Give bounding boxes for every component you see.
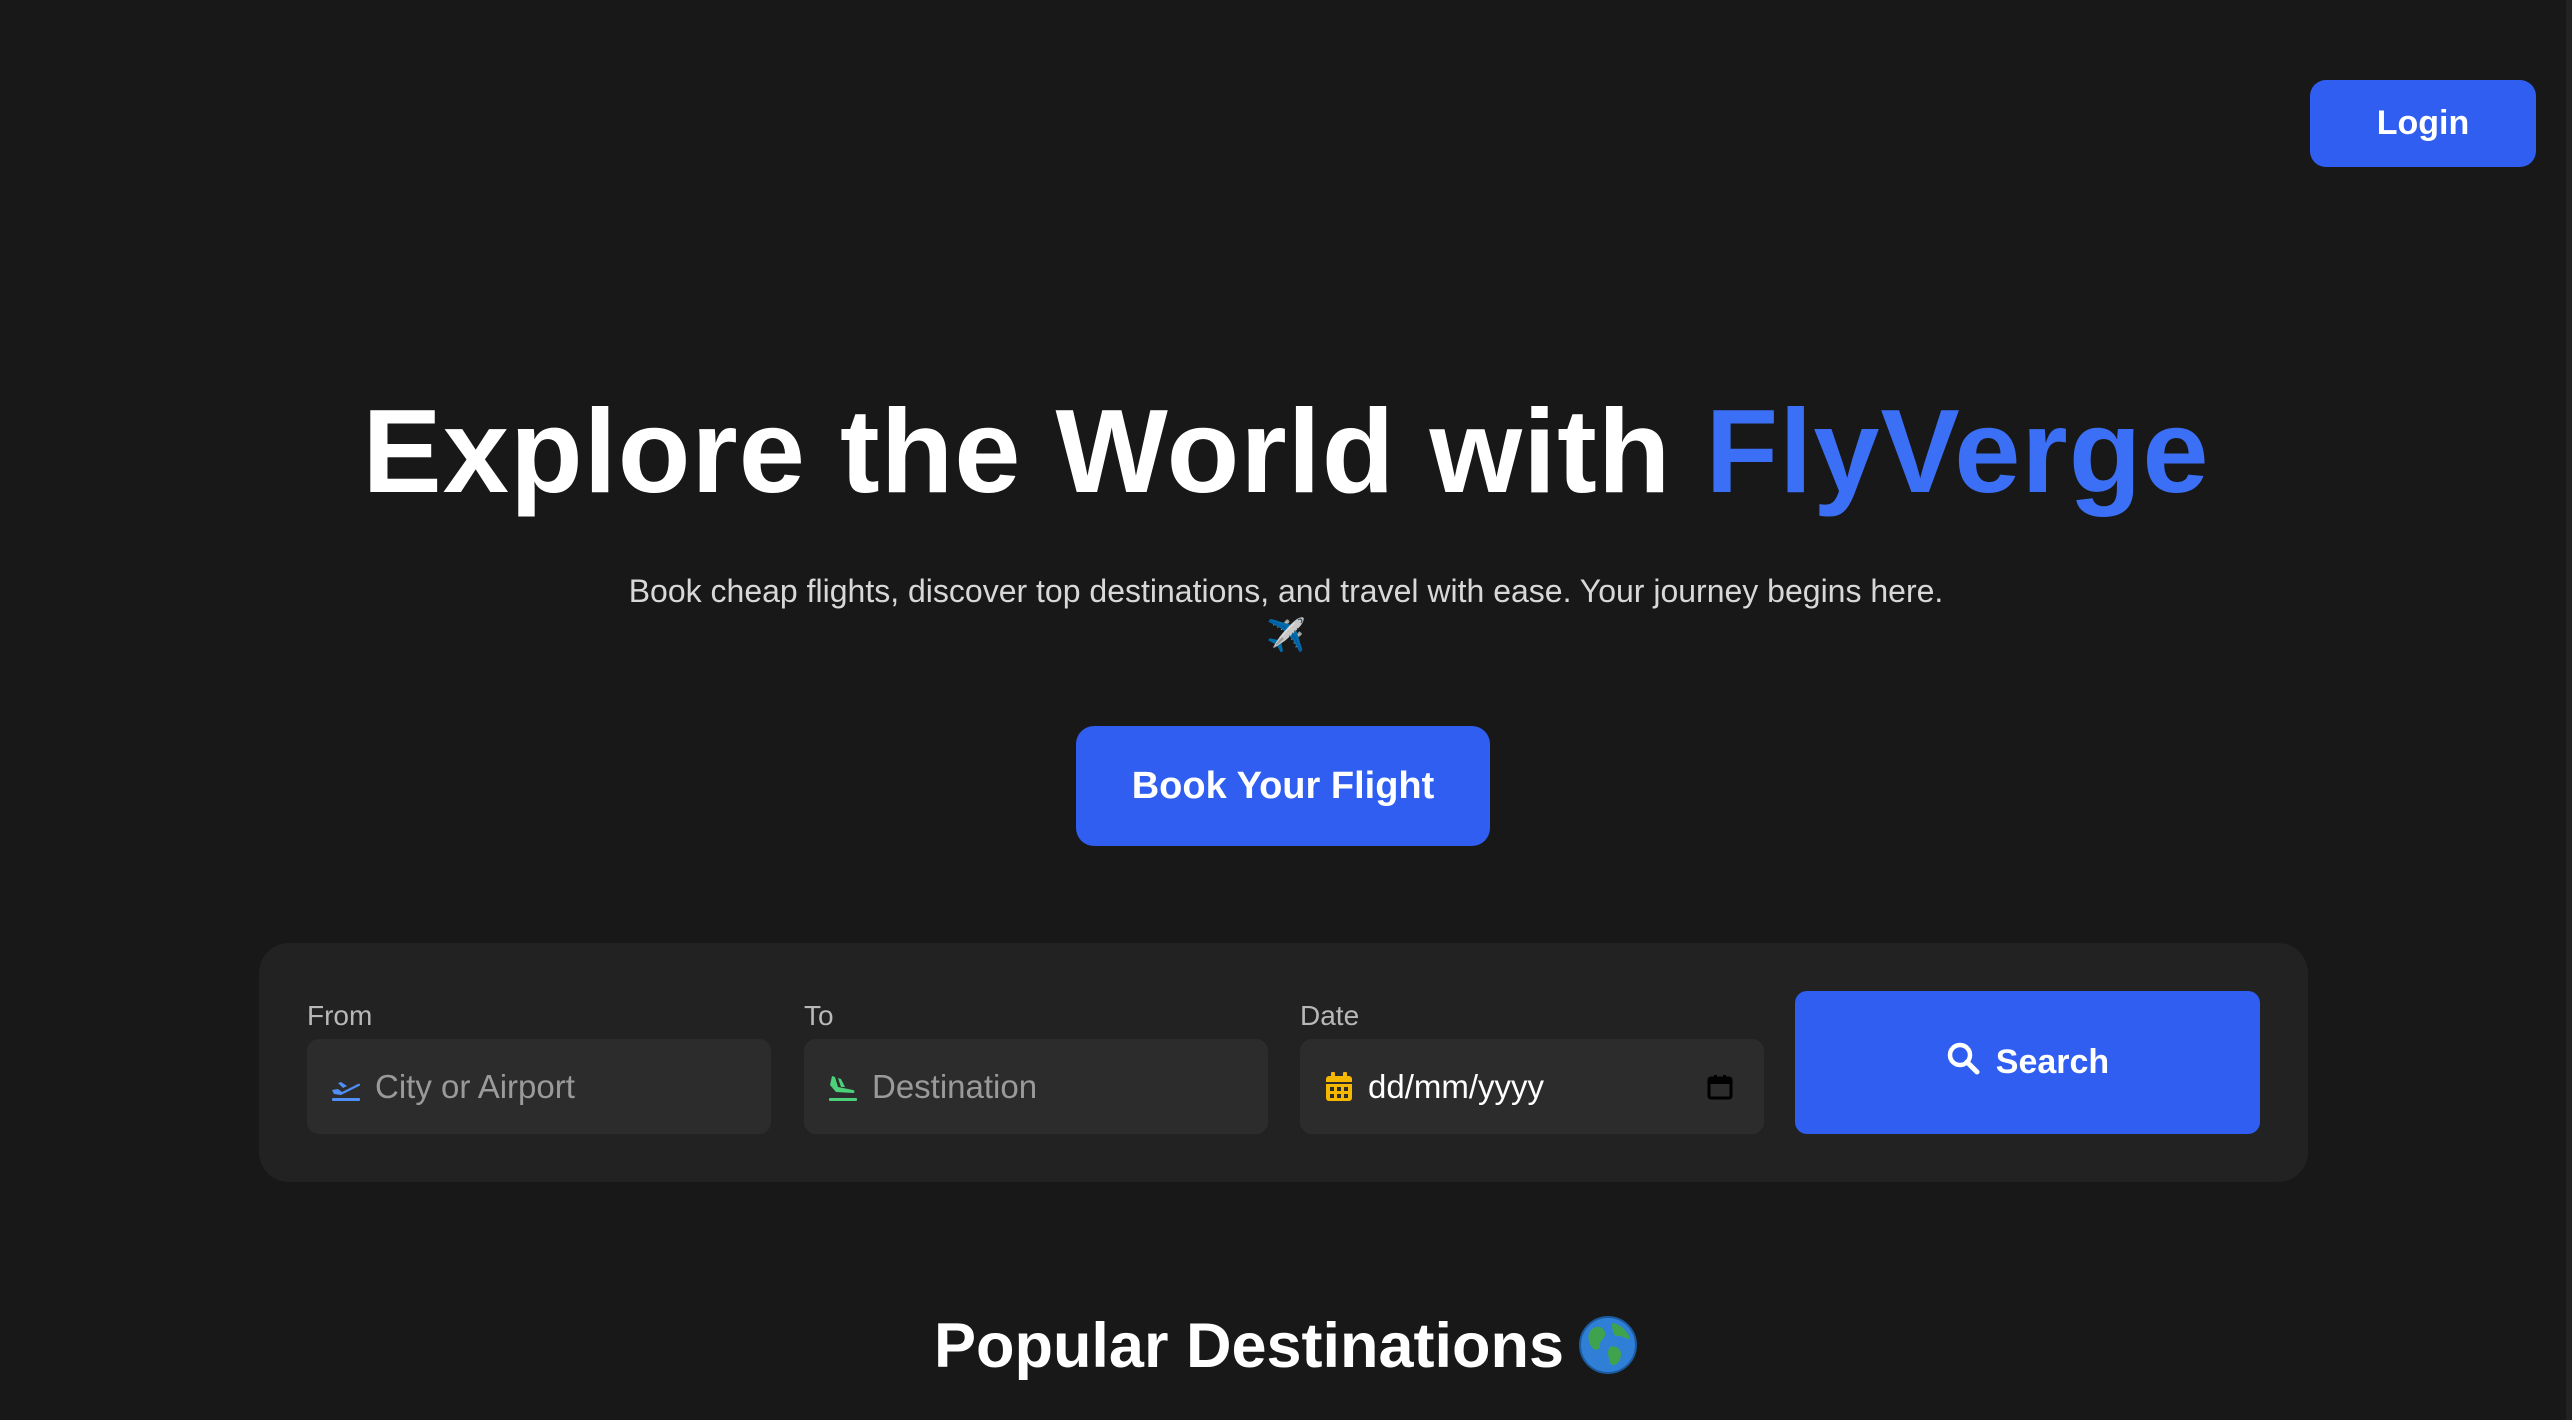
date-input[interactable]: dd/mm/yyyy	[1368, 1039, 1544, 1134]
brand-name: FlyVerge	[1705, 385, 2210, 518]
search-icon	[1946, 1041, 1980, 1084]
from-label: From	[307, 1000, 373, 1031]
to-field[interactable]	[804, 1039, 1268, 1134]
page: Login Explore the World with FlyVerge Bo…	[0, 0, 2572, 1420]
search-button-label: Search	[1995, 1043, 2110, 1081]
hero-subtitle: Book cheap flights, discover top destina…	[628, 573, 1944, 609]
to-input[interactable]	[872, 1039, 1252, 1134]
date-label: Date	[1300, 1000, 1360, 1031]
hero-title-prefix: Explore the World with	[362, 385, 1706, 518]
from-input[interactable]	[375, 1039, 755, 1134]
plane-arrival-icon	[826, 1070, 860, 1104]
calendar-icon	[1322, 1070, 1356, 1104]
from-field[interactable]	[307, 1039, 771, 1134]
date-field[interactable]: dd/mm/yyyy	[1300, 1039, 1764, 1134]
plane-departure-icon	[329, 1070, 363, 1104]
popular-destinations-heading: Popular Destinations	[0, 1306, 2572, 1386]
plane-emoji: ✈️	[1266, 617, 1306, 653]
calendar-picker-icon[interactable]	[1706, 1073, 1734, 1101]
globe-icon	[1578, 1314, 1638, 1375]
search-button[interactable]: Search	[1795, 991, 2260, 1134]
scrollbar[interactable]	[2566, 0, 2572, 1420]
book-flight-button[interactable]: Book Your Flight	[1076, 726, 1490, 846]
to-label: To	[804, 1000, 834, 1031]
hero-title: Explore the World with FlyVerge	[0, 382, 2572, 522]
popular-destinations-title: Popular Destinations	[933, 1311, 1565, 1381]
login-button[interactable]: Login	[2310, 80, 2536, 167]
